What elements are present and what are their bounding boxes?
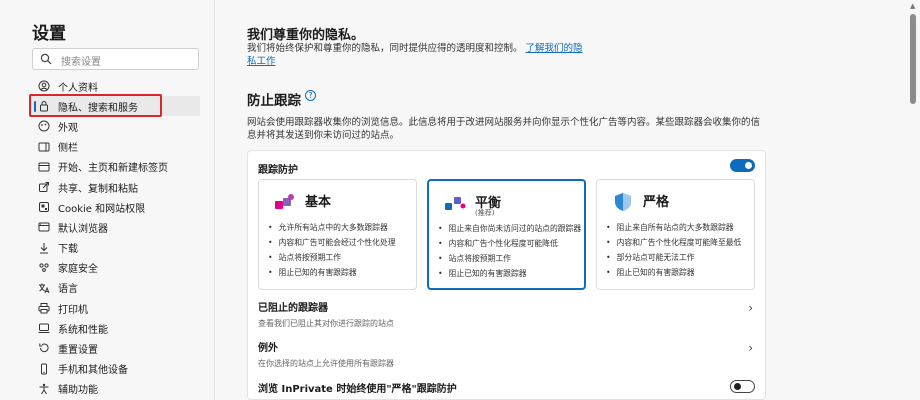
- chevron-right-icon: ›: [748, 301, 753, 315]
- appearance-icon: [38, 120, 50, 132]
- sidebar-item-label: 下载: [58, 244, 78, 256]
- sidebar-item-downloads[interactable]: 下载: [30, 238, 200, 258]
- privacy-desc-text: 我们将始终保护和尊重你的隐私，同时提供应得的透明度和控制。: [247, 43, 523, 54]
- cookie-icon: [39, 202, 49, 213]
- sidebar-item-share[interactable]: 共享、复制和粘贴: [30, 177, 200, 197]
- search-icon: [40, 53, 52, 65]
- card-bullet: 站点将按预期工作: [268, 250, 396, 265]
- sidebar-item-label: 侧栏: [58, 143, 78, 155]
- card-recommended: (推荐): [475, 209, 495, 217]
- scrollbar-thumb[interactable]: [910, 14, 916, 104]
- sidebar-item-language[interactable]: 语言: [30, 278, 200, 298]
- sidebar-item-system[interactable]: 系统和性能: [30, 318, 200, 338]
- inprivate-strict-toggle[interactable]: [730, 380, 755, 393]
- system-icon: [38, 323, 50, 334]
- chevron-right-icon: ›: [748, 341, 753, 355]
- tracking-panel: 跟踪防护 基本 允许所有站点中的大多数跟踪器 内容和广告可能会经过个性化处理 站…: [247, 150, 766, 400]
- balanced-shapes-icon: [445, 197, 466, 210]
- card-bullets: 阻止来自所有站点的大多数跟踪器 内容和广告个性化程度可能降至最低 部分站点可能无…: [606, 220, 742, 280]
- browser-icon: [38, 222, 50, 232]
- sidebar-item-printers[interactable]: 打印机: [30, 298, 200, 318]
- download-icon: [40, 242, 48, 253]
- card-bullets: 允许所有站点中的大多数跟踪器 内容和广告可能会经过个性化处理 站点将按预期工作 …: [268, 220, 396, 280]
- exceptions-title: 例外: [258, 343, 278, 354]
- settings-nav: 个人资料 隐私、搜索和服务 外观 侧栏 开始、主页和新建标签页 共享、复制和粘贴…: [30, 76, 200, 399]
- sidebar-item-start-home[interactable]: 开始、主页和新建标签页: [30, 157, 200, 177]
- sidebar-icon: [38, 142, 50, 152]
- sidebar-item-reset[interactable]: 重置设置: [30, 338, 200, 358]
- phone-icon: [41, 363, 47, 375]
- exceptions-row[interactable]: 例外 在你选择的站点上允许使用所有跟踪器 ›: [258, 339, 755, 369]
- sidebar-item-label: 家庭安全: [58, 264, 98, 276]
- card-title: 基本: [305, 195, 332, 210]
- card-bullet: 阻止已知的有害跟踪器: [606, 265, 741, 280]
- sidebar-item-accessibility[interactable]: 辅助功能: [30, 379, 200, 399]
- privacy-title: 我们尊重你的隐私。: [247, 28, 365, 43]
- sidebar-item-label: 语言: [58, 284, 78, 296]
- shield-icon: [615, 193, 631, 211]
- language-icon: [39, 283, 50, 294]
- help-icon[interactable]: ?: [305, 90, 316, 101]
- tracking-protection-toggle[interactable]: [730, 159, 755, 172]
- sidebar-item-label: 共享、复制和粘贴: [58, 183, 138, 195]
- sidebar-item-default-browser[interactable]: 默认浏览器: [30, 217, 200, 237]
- sidebar-item-phone[interactable]: 手机和其他设备: [30, 359, 200, 379]
- printer-icon: [38, 303, 50, 314]
- tracking-description: 网站会使用跟踪器收集你的浏览信息。此信息将用于改进网站服务并向你显示个性化广告等…: [247, 117, 761, 141]
- accessibility-icon: [39, 383, 49, 395]
- inprivate-row: 浏览 InPrivate 时始终使用"严格"跟踪防护: [258, 380, 755, 395]
- card-bullet: 允许所有站点中的大多数跟踪器: [268, 220, 396, 235]
- sidebar-item-label: 打印机: [58, 304, 88, 316]
- reset-icon: [39, 343, 49, 353]
- tracking-card-basic[interactable]: 基本 允许所有站点中的大多数跟踪器 内容和广告可能会经过个性化处理 站点将按预期…: [258, 179, 417, 290]
- settings-title: 设置: [32, 24, 66, 44]
- blocked-trackers-desc: 查看我们已阻止其对你进行跟踪的站点: [258, 319, 394, 328]
- card-bullet: 部分站点可能无法工作: [606, 250, 741, 265]
- tracking-card-balanced[interactable]: 平衡 (推荐) 阻止来自你尚未访问过的站点的跟踪器 内容和广告个性化程度可能降低…: [427, 179, 586, 290]
- card-bullet: 内容和广告个性化程度可能降低: [438, 236, 581, 251]
- sidebar-item-label: 手机和其他设备: [58, 365, 128, 377]
- basic-shapes-icon: [275, 194, 294, 209]
- sidebar-item-label: Cookie 和网站权限: [58, 203, 146, 215]
- settings-sidebar: 设置 搜索设置 个人资料 隐私、搜索和服务 外观 侧栏 开始、主页和新建标签页 …: [0, 0, 215, 400]
- share-icon: [39, 181, 49, 192]
- card-bullet: 内容和广告可能会经过个性化处理: [268, 235, 396, 250]
- sidebar-item-label: 重置设置: [58, 345, 98, 357]
- sidebar-item-sidebar[interactable]: 侧栏: [30, 137, 200, 157]
- privacy-description: 我们将始终保护和尊重你的隐私，同时提供应得的透明度和控制。 了解我们的隐私工作: [247, 42, 587, 68]
- sidebar-item-label: 外观: [58, 122, 78, 134]
- card-bullet: 阻止来自所有站点的大多数跟踪器: [606, 220, 741, 235]
- sidebar-item-label: 辅助功能: [58, 385, 98, 397]
- tracking-protection-label: 跟踪防护: [258, 165, 298, 176]
- card-bullet: 阻止已知的有害跟踪器: [268, 265, 396, 280]
- sidebar-item-label: 系统和性能: [58, 324, 108, 336]
- search-settings-input[interactable]: 搜索设置: [32, 48, 199, 70]
- inprivate-title: 浏览 InPrivate 时始终使用"严格"跟踪防护: [258, 384, 457, 395]
- scroll-up-icon[interactable]: ▲: [910, 2, 915, 10]
- card-bullet: 阻止已知的有害跟踪器: [438, 266, 581, 281]
- sidebar-item-appearance[interactable]: 外观: [30, 116, 200, 136]
- card-title: 严格: [643, 195, 670, 210]
- privacy-main: 我们尊重你的隐私。 我们将始终保护和尊重你的隐私，同时提供应得的透明度和控制。 …: [216, 0, 906, 400]
- family-icon: [39, 263, 49, 272]
- card-bullet: 站点将按预期工作: [438, 251, 581, 266]
- page-scrollbar[interactable]: ▲: [906, 0, 920, 400]
- card-bullet: 阻止来自你尚未访问过的站点的跟踪器: [438, 221, 582, 236]
- blocked-trackers-title: 已阻止的跟踪器: [258, 303, 328, 314]
- exceptions-desc: 在你选择的站点上允许使用所有跟踪器: [258, 359, 394, 368]
- profile-icon: [38, 80, 50, 92]
- home-icon: [38, 162, 50, 172]
- tracking-title: 防止跟踪: [247, 93, 301, 109]
- sidebar-item-label: 开始、主页和新建标签页: [58, 163, 168, 175]
- card-bullet: 内容和广告个性化程度可能降至最低: [606, 235, 742, 250]
- card-bullets: 阻止来自你尚未访问过的站点的跟踪器 内容和广告个性化程度可能降低 站点将按预期工…: [438, 221, 582, 281]
- blocked-trackers-row[interactable]: 已阻止的跟踪器 查看我们已阻止其对你进行跟踪的站点 ›: [258, 299, 755, 329]
- search-placeholder: 搜索设置: [61, 57, 101, 68]
- sidebar-item-cookies[interactable]: Cookie 和网站权限: [30, 197, 200, 217]
- sidebar-item-family[interactable]: 家庭安全: [30, 258, 200, 278]
- sidebar-item-label: 个人资料: [58, 82, 98, 94]
- tracking-card-strict[interactable]: 严格 阻止来自所有站点的大多数跟踪器 内容和广告个性化程度可能降至最低 部分站点…: [596, 179, 755, 290]
- sidebar-item-label: 默认浏览器: [58, 223, 108, 235]
- highlight-box: [29, 94, 162, 117]
